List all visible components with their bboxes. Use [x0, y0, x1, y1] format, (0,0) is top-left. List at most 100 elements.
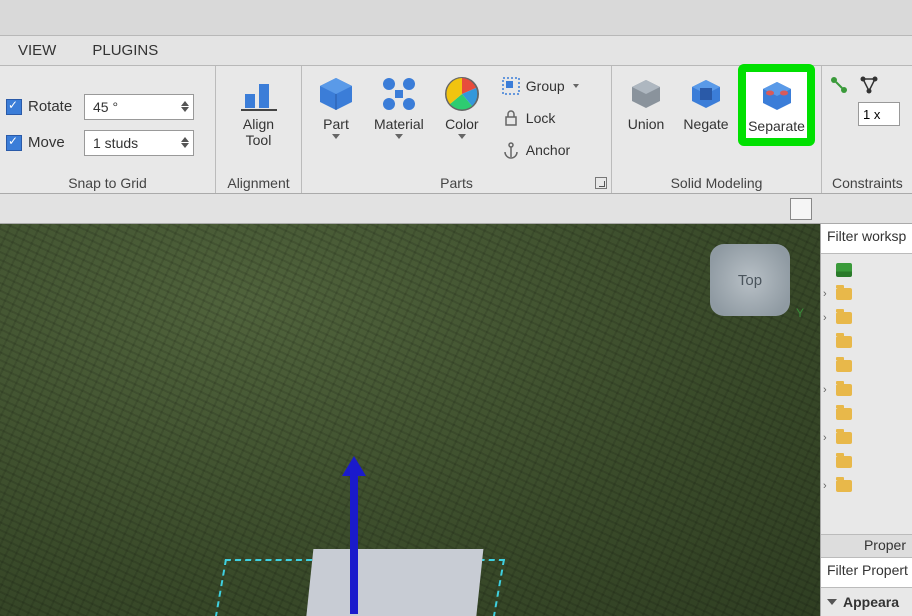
- folder-icon: [836, 456, 852, 468]
- align-icon: [239, 74, 279, 114]
- folder-icon: [836, 432, 852, 444]
- move-label: Move: [28, 134, 78, 151]
- separate-icon: [757, 76, 797, 116]
- ribbon: Rotate 45 ° Move 1 studs Snap to Grid: [0, 66, 912, 194]
- appearance-label: Appeara: [843, 594, 899, 610]
- part-button[interactable]: Part: [308, 70, 364, 143]
- folder-icon: [836, 336, 852, 348]
- snap-group-label: Snap to Grid: [6, 173, 209, 191]
- align-tool-button[interactable]: Align Tool: [231, 70, 287, 152]
- folder-icon: [836, 312, 852, 324]
- workspace-icon: [836, 263, 852, 277]
- material-button[interactable]: Material: [368, 70, 430, 143]
- main-area: Top Filter worksp › › › › › Proper Filte…: [0, 224, 912, 616]
- negate-icon: [686, 74, 726, 114]
- negate-button[interactable]: Negate: [678, 70, 734, 136]
- view-cube[interactable]: Top: [710, 244, 790, 316]
- constraint-icon-1[interactable]: [828, 74, 850, 96]
- tree-row[interactable]: [823, 354, 910, 378]
- union-label: Union: [628, 116, 665, 132]
- color-dropdown-icon: [458, 134, 466, 139]
- ribbon-group-parts: Part Material Color: [302, 66, 612, 193]
- menu-view[interactable]: VIEW: [10, 38, 64, 63]
- lock-label: Lock: [526, 110, 556, 126]
- menu-bar: VIEW PLUGINS: [0, 36, 912, 66]
- anchor-button[interactable]: Anchor: [498, 136, 583, 164]
- separate-button[interactable]: Separate: [738, 64, 815, 146]
- move-checkbox[interactable]: [6, 135, 22, 151]
- material-icon: [379, 74, 419, 114]
- folder-icon: [836, 480, 852, 492]
- color-icon: [442, 74, 482, 114]
- align-tool-label: Align Tool: [243, 116, 274, 148]
- folder-icon: [836, 288, 852, 300]
- move-spinner[interactable]: [181, 137, 189, 148]
- group-button[interactable]: Group: [498, 72, 583, 100]
- folder-icon: [836, 408, 852, 420]
- parts-group-label: Parts: [308, 173, 605, 191]
- tree-row[interactable]: ›: [823, 282, 910, 306]
- lock-icon: [502, 109, 520, 127]
- menu-plugins[interactable]: PLUGINS: [84, 38, 166, 63]
- tree-row[interactable]: [823, 402, 910, 426]
- explorer-tree[interactable]: › › › › ›: [821, 254, 912, 534]
- properties-header: Proper: [821, 534, 912, 558]
- ribbon-group-alignment: Align Tool Alignment: [216, 66, 302, 193]
- rotate-input[interactable]: 45 °: [84, 94, 194, 120]
- union-button[interactable]: Union: [618, 70, 674, 136]
- group-label: Group: [526, 78, 565, 94]
- tree-row[interactable]: ›: [823, 474, 910, 498]
- rotate-checkbox[interactable]: [6, 99, 22, 115]
- move-value: 1 studs: [93, 135, 138, 151]
- negate-label: Negate: [683, 116, 728, 132]
- ribbon-group-solid: Union Negate Separate Solid Modeling: [612, 66, 822, 193]
- ribbon-group-constraints: 1 x Constraints: [822, 66, 912, 193]
- solid-group-label: Solid Modeling: [618, 173, 815, 191]
- tree-row[interactable]: ›: [823, 426, 910, 450]
- move-input[interactable]: 1 studs: [84, 130, 194, 156]
- alignment-group-label: Alignment: [222, 173, 295, 191]
- lock-button[interactable]: Lock: [498, 104, 583, 132]
- tree-row[interactable]: ›: [823, 378, 910, 402]
- parts-launcher[interactable]: [595, 177, 607, 189]
- material-dropdown-icon: [395, 134, 403, 139]
- tree-row[interactable]: ›: [823, 306, 910, 330]
- part-dropdown-icon: [332, 134, 340, 139]
- constraints-group-label: Constraints: [828, 173, 906, 191]
- viewport-3d[interactable]: Top: [0, 224, 820, 616]
- group-dropdown-icon: [573, 84, 579, 88]
- rotate-value: 45 °: [93, 99, 118, 115]
- sub-toolbar: [0, 194, 912, 224]
- union-icon: [626, 74, 666, 114]
- restore-panel-button[interactable]: [790, 198, 812, 220]
- multiplier-value: 1 x: [863, 107, 880, 122]
- ribbon-group-snap: Rotate 45 ° Move 1 studs Snap to Grid: [0, 66, 216, 193]
- gizmo-y-axis[interactable]: [350, 474, 358, 614]
- rotate-label: Rotate: [28, 98, 78, 115]
- tree-row[interactable]: [823, 330, 910, 354]
- explorer-filter-input[interactable]: Filter worksp: [821, 224, 912, 254]
- separate-label: Separate: [748, 118, 805, 134]
- rotate-spinner[interactable]: [181, 101, 189, 112]
- tree-row[interactable]: [823, 450, 910, 474]
- color-label: Color: [445, 116, 478, 132]
- group-icon: [502, 77, 520, 95]
- constraint-icon-2[interactable]: [858, 74, 880, 96]
- folder-icon: [836, 384, 852, 396]
- folder-icon: [836, 360, 852, 372]
- properties-filter-input[interactable]: Filter Propert: [821, 558, 912, 588]
- constraint-multiplier-input[interactable]: 1 x: [858, 102, 900, 126]
- anchor-icon: [502, 141, 520, 159]
- part-icon: [316, 74, 356, 114]
- part-label: Part: [323, 116, 349, 132]
- anchor-label: Anchor: [526, 142, 570, 158]
- app-window: VIEW PLUGINS Rotate 45 ° Move: [0, 0, 912, 616]
- properties-section-appearance[interactable]: Appeara: [821, 588, 912, 616]
- title-bar: [0, 0, 912, 36]
- material-label: Material: [374, 116, 424, 132]
- chevron-down-icon: [827, 599, 837, 605]
- right-panel: Filter worksp › › › › › Proper Filter Pr…: [820, 224, 912, 616]
- color-button[interactable]: Color: [434, 70, 490, 143]
- tree-row-workspace[interactable]: [823, 258, 910, 282]
- view-cube-face: Top: [738, 272, 762, 289]
